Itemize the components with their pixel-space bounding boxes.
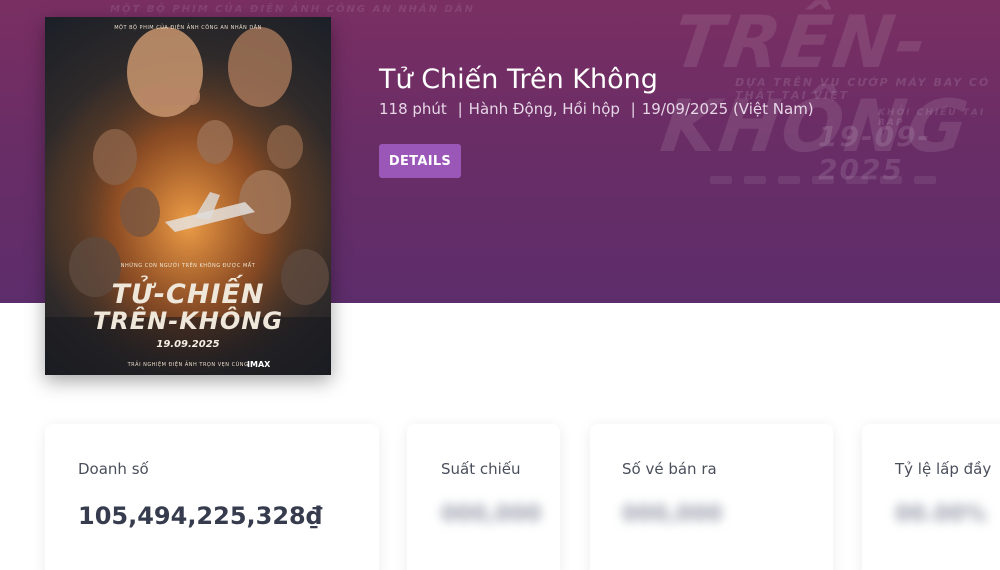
stat-value-blurred: 000,000 bbox=[441, 502, 542, 527]
poster-title-line2: TRÊN-KHÔNG bbox=[92, 307, 284, 335]
sponsor-logo bbox=[914, 176, 936, 184]
poster-title-line1: TỬ-CHIẾN bbox=[111, 279, 265, 310]
sponsor-logo bbox=[846, 176, 868, 184]
stat-value-blurred: 00.00% bbox=[895, 502, 987, 527]
sponsor-logo bbox=[744, 176, 766, 184]
movie-release-date: 19/09/2025 (Việt Nam) bbox=[641, 100, 814, 118]
stat-label: Tỷ lệ lấp đầy bbox=[895, 460, 992, 478]
poster-bottom-text: TRẢI NGHIỆM ĐIỆN ẢNH TRỌN VẸN CÙNG bbox=[127, 362, 249, 368]
stat-card-tickets-sold: Số vé bán ra 000,000 bbox=[590, 424, 833, 570]
stat-label: Số vé bán ra bbox=[622, 460, 717, 478]
movie-detail-page: MỘT BỘ PHIM CỦA ĐIỆN ẢNH CÔNG AN NHÂN DÂ… bbox=[0, 0, 1000, 570]
meta-separator: | bbox=[457, 100, 463, 118]
imax-logo: IMAX bbox=[247, 360, 271, 369]
hero-background-top-text: MỘT BỘ PHIM CỦA ĐIỆN ẢNH CÔNG AN NHÂN DÂ… bbox=[110, 4, 475, 15]
poster-date: 19.09.2025 bbox=[156, 339, 220, 350]
hero-background-tagline: DỰA TRÊN VỤ CƯỚP MÁY BAY CÓ THẬT TẠI VIỆ… bbox=[735, 76, 991, 102]
sponsor-logo bbox=[710, 176, 732, 184]
sponsor-logo bbox=[880, 176, 902, 184]
sponsor-logo bbox=[778, 176, 800, 184]
sponsor-logo bbox=[812, 176, 834, 184]
movie-duration: 118 phút bbox=[379, 100, 447, 118]
movie-poster[interactable]: MỘT BỘ PHIM CỦA ĐIỆN ẢNH CÔNG AN NHÂN DÂ… bbox=[45, 17, 331, 375]
stat-card-showtimes: Suất chiếu 000,000 bbox=[407, 424, 560, 570]
hero-background-logos bbox=[710, 176, 936, 184]
poster-top-text: MỘT BỘ PHIM CỦA ĐIỆN ẢNH CÔNG AN NHÂN DÂ… bbox=[114, 25, 262, 31]
details-button[interactable]: DETAILS bbox=[379, 144, 461, 178]
stat-value-blurred: 000,000 bbox=[622, 502, 723, 527]
stat-card-occupancy: Tỷ lệ lấp đầy 00.00% bbox=[862, 424, 1000, 570]
poster-tagline: NHỮNG CON NGƯỜI TRÊN KHÔNG ĐƯỢC MẤT bbox=[120, 263, 256, 269]
stat-card-revenue: Doanh số 105,494,225,328₫ bbox=[45, 424, 379, 570]
movie-genres: Hành Động, Hồi hộp bbox=[468, 100, 620, 118]
movie-title: Tử Chiến Trên Không bbox=[379, 64, 658, 95]
meta-separator: | bbox=[630, 100, 636, 118]
stat-value: 105,494,225,328₫ bbox=[78, 502, 323, 530]
stat-label: Doanh số bbox=[78, 460, 149, 478]
stat-label: Suất chiếu bbox=[441, 460, 521, 478]
movie-meta: 118 phút | Hành Động, Hồi hộp | 19/09/2025… bbox=[379, 100, 820, 118]
